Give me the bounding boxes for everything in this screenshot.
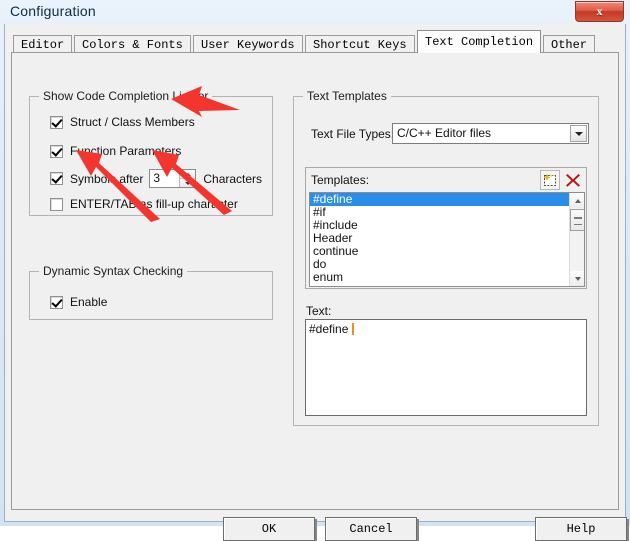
checkbox-icon xyxy=(50,295,63,309)
scroll-down-icon[interactable] xyxy=(570,271,584,286)
cancel-button[interactable]: Cancel xyxy=(325,517,417,541)
template-text-value: #define xyxy=(309,322,352,336)
checkbox-label: Struct / Class Members xyxy=(70,115,195,129)
new-template-icon[interactable] xyxy=(540,170,560,190)
list-item[interactable]: continue xyxy=(310,245,584,258)
checkbox-icon xyxy=(50,172,63,185)
checkbox-struct-class-members[interactable]: Struct / Class Members xyxy=(50,115,195,129)
list-item[interactable]: #define xyxy=(310,193,584,206)
checkbox-function-parameters[interactable]: Function Parameters xyxy=(50,144,181,158)
title-bar: Configuration x xyxy=(0,0,630,24)
checkbox-symbols-after[interactable]: Symbols after 3 Characters xyxy=(50,169,262,188)
checkbox-icon xyxy=(50,115,63,129)
list-item[interactable]: enum xyxy=(310,271,584,284)
templates-list-scrollbar[interactable] xyxy=(569,193,584,286)
text-file-types-label: Text File Types: xyxy=(311,127,395,141)
tab-text-completion[interactable]: Text Completion xyxy=(417,30,542,53)
text-file-types-value: C/C++ Editor files xyxy=(397,126,492,140)
checkbox-icon xyxy=(50,197,63,211)
ok-button[interactable]: OK xyxy=(223,517,315,541)
help-button[interactable]: Help xyxy=(535,517,627,541)
checkbox-label: ENTER/TAB as fill-up character xyxy=(70,197,238,211)
window-title: Configuration xyxy=(10,3,96,19)
templates-label: Templates: xyxy=(311,173,370,187)
new-template-glyph xyxy=(543,173,556,186)
symbols-after-value[interactable]: 3 xyxy=(150,170,180,187)
checkbox-label: Symbols after xyxy=(70,171,144,186)
template-text-line: #define xyxy=(309,322,354,336)
configuration-dialog: Configuration x Editor Colors & Fonts Us… xyxy=(0,0,630,541)
templates-header: Templates: xyxy=(306,168,586,192)
tab-shortcut-keys[interactable]: Shortcut Keys xyxy=(305,35,415,53)
checkbox-label: Enable xyxy=(70,295,108,309)
delete-template-icon[interactable] xyxy=(563,170,583,190)
list-item[interactable]: do xyxy=(310,258,584,271)
red-x-glyph xyxy=(566,174,580,187)
template-text-editor[interactable]: #define xyxy=(305,319,587,416)
stepper-up-icon[interactable] xyxy=(180,170,196,179)
tab-user-keywords[interactable]: User Keywords xyxy=(193,35,303,53)
tab-editor[interactable]: Editor xyxy=(13,35,73,53)
stepper-buttons xyxy=(179,170,196,187)
close-icon: x xyxy=(596,4,603,18)
tab-strip: Editor Colors & Fonts User Keywords Shor… xyxy=(11,29,619,53)
chevron-down-icon[interactable] xyxy=(570,125,587,142)
text-caret xyxy=(351,323,354,335)
text-file-types-dropdown[interactable]: C/C++ Editor files xyxy=(392,123,589,144)
scroll-up-icon[interactable] xyxy=(570,193,584,208)
checkbox-dynamic-syntax-enable[interactable]: Enable xyxy=(50,295,107,309)
symbols-after-stepper[interactable]: 3 xyxy=(149,169,197,188)
checkbox-label: Function Parameters xyxy=(70,144,182,158)
scrollbar-thumb[interactable] xyxy=(570,209,584,231)
templates-panel: Templates: #define #if #include Header c… xyxy=(305,167,587,289)
dialog-client-area: Editor Colors & Fonts User Keywords Shor… xyxy=(4,24,627,541)
close-window-button[interactable]: x xyxy=(575,1,624,22)
group-code-completion-title: Show Code Completion List for xyxy=(39,89,213,103)
templates-list[interactable]: #define #if #include Header continue do … xyxy=(309,192,585,287)
group-dynamic-syntax-title: Dynamic Syntax Checking xyxy=(39,264,188,278)
symbols-after-suffix-label: Characters xyxy=(203,171,263,186)
group-text-templates-title: Text Templates xyxy=(303,89,391,103)
tab-other[interactable]: Other xyxy=(543,35,596,53)
tab-colors-and-fonts[interactable]: Colors & Fonts xyxy=(74,35,191,53)
stepper-down-icon[interactable] xyxy=(180,179,196,187)
checkbox-icon xyxy=(50,144,63,158)
template-text-label: Text: xyxy=(306,304,332,318)
checkbox-enter-tab-fillup[interactable]: ENTER/TAB as fill-up character xyxy=(50,197,238,211)
